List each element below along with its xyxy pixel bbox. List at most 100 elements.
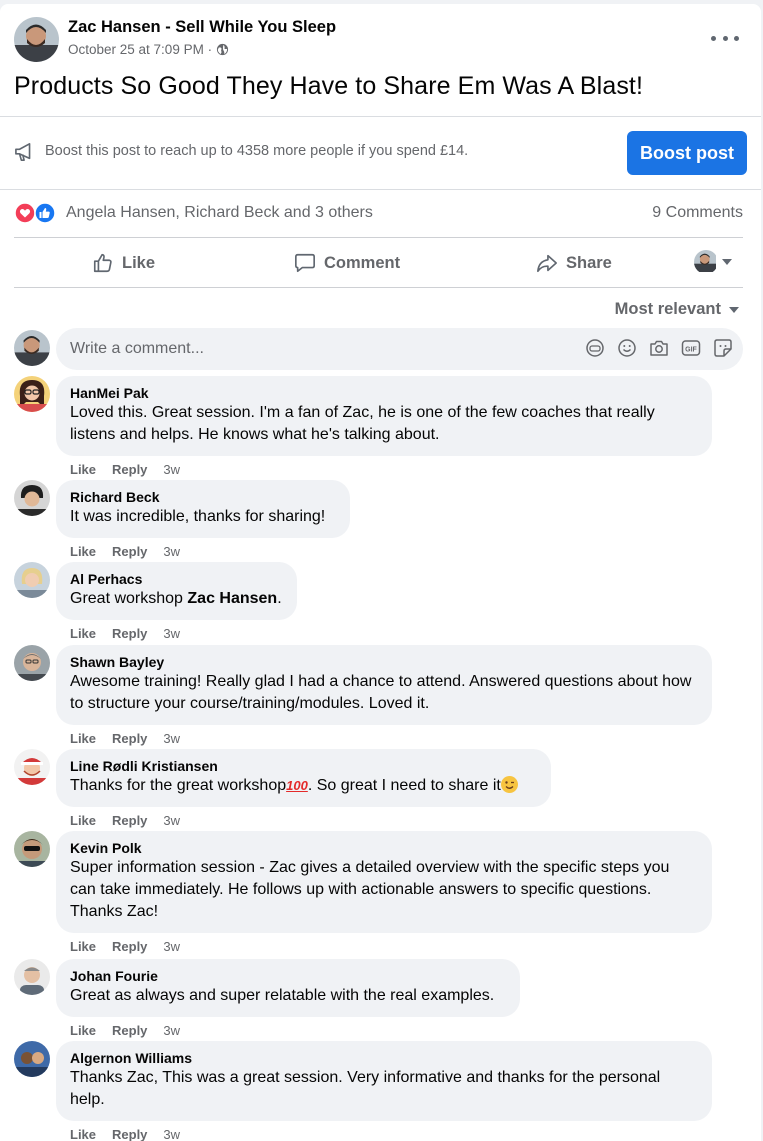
comment-author[interactable]: Line Rødli Kristiansen	[70, 757, 537, 775]
comment-like-button[interactable]: Like	[70, 544, 96, 559]
comment-reply-button[interactable]: Reply	[112, 1023, 147, 1038]
comment-sort-dropdown[interactable]: Most relevant	[615, 300, 739, 319]
comment-bubble: Line Rødli Kristiansen Thanks for the gr…	[56, 749, 551, 807]
comment-bubble: Kevin Polk Super information session - Z…	[56, 831, 712, 933]
comment-reply-button[interactable]: Reply	[112, 731, 147, 746]
comment-text: Loved this. Great session. I'm a fan of …	[70, 404, 655, 443]
comment-input[interactable]	[70, 340, 470, 358]
comment-text-part: .	[277, 590, 282, 607]
commenter-avatar	[694, 250, 718, 274]
comment-actions: Like Reply 3w	[70, 813, 180, 828]
camera-icon[interactable]	[649, 338, 669, 358]
share-arrow-icon	[537, 254, 557, 273]
comment-bubble: Al Perhacs Great workshop Zac Hansen.	[56, 562, 297, 620]
comment-text: It was incredible, thanks for sharing!	[70, 508, 326, 525]
like-button[interactable]: Like	[92, 252, 155, 274]
post-timestamp[interactable]: October 25 at 7:09 PM ·	[68, 42, 212, 57]
commenter-avatar[interactable]	[14, 831, 50, 867]
reactions-summary: Angela Hansen, Richard Beck and 3 others…	[14, 202, 743, 226]
comment-like-button[interactable]: Like	[70, 731, 96, 746]
comment-reply-button[interactable]: Reply	[112, 462, 147, 477]
comment-actions: Like Reply 3w	[70, 1127, 180, 1141]
commenter-avatar[interactable]	[14, 1041, 50, 1077]
comment-age[interactable]: 3w	[163, 813, 180, 828]
comment-text-part: Great workshop	[70, 590, 188, 607]
comment-input-box[interactable]: GIF	[56, 328, 743, 370]
comments-count[interactable]: 9 Comments	[652, 204, 743, 222]
comment-like-button[interactable]: Like	[70, 626, 96, 641]
comment-author[interactable]: Algernon Williams	[70, 1049, 698, 1067]
more-options-button[interactable]	[711, 27, 739, 49]
comment-age[interactable]: 3w	[163, 1127, 180, 1141]
comment-like-button[interactable]: Like	[70, 813, 96, 828]
dot-icon	[734, 35, 739, 41]
comment-text: Thanks Zac, This was a great session. Ve…	[70, 1069, 661, 1108]
gif-icon[interactable]: GIF	[681, 338, 701, 358]
boost-message: Boost this post to reach up to 4358 more…	[45, 143, 469, 159]
post-header: Zac Hansen - Sell While You Sleep Octobe…	[14, 17, 747, 65]
comment-text: Great workshop Zac Hansen.	[70, 588, 283, 610]
comment-like-button[interactable]: Like	[70, 462, 96, 477]
avatar-sticker-icon[interactable]	[585, 338, 605, 358]
comment-text: Thanks for the great workshop100. So gre…	[70, 775, 537, 797]
commenter-avatar[interactable]	[14, 645, 50, 681]
comment-like-button[interactable]: Like	[70, 1127, 96, 1141]
sticker-icon[interactable]	[713, 338, 733, 358]
speech-bubble-icon	[295, 253, 315, 273]
comment-actions: Like Reply 3w	[70, 462, 180, 477]
post-author-name[interactable]: Zac Hansen - Sell While You Sleep	[68, 18, 336, 37]
comment-reply-button[interactable]: Reply	[112, 939, 147, 954]
comment-author[interactable]: Richard Beck	[70, 488, 336, 506]
post-card: Zac Hansen - Sell While You Sleep Octobe…	[0, 4, 761, 1141]
composer-tools: GIF	[585, 338, 733, 358]
comment-reply-button[interactable]: Reply	[112, 813, 147, 828]
comment-text: Awesome training! Really glad I had a ch…	[70, 673, 692, 712]
post-text: Products So Good They Have to Share Em W…	[14, 72, 644, 100]
comment-text: Great as always and super relatable with…	[70, 987, 495, 1004]
commenter-avatar[interactable]	[14, 562, 50, 598]
globe-icon[interactable]	[216, 43, 229, 56]
mention-link[interactable]: Zac Hansen	[187, 590, 277, 607]
comment-actions: Like Reply 3w	[70, 544, 180, 559]
comment-age[interactable]: 3w	[163, 731, 180, 746]
comment-reply-button[interactable]: Reply	[112, 626, 147, 641]
comment-age[interactable]: 3w	[163, 462, 180, 477]
comment-actions: Like Reply 3w	[70, 939, 180, 954]
like-label: Like	[122, 253, 156, 272]
comment-author[interactable]: Kevin Polk	[70, 839, 698, 857]
comment-age[interactable]: 3w	[163, 626, 180, 641]
comment-as-selector[interactable]	[694, 250, 732, 274]
commenter-avatar[interactable]	[14, 480, 50, 516]
commenter-avatar[interactable]	[14, 959, 50, 995]
reaction-icons[interactable]	[14, 202, 58, 224]
comment-label: Comment	[324, 253, 401, 272]
share-button[interactable]: Share	[536, 252, 612, 274]
comment-reply-button[interactable]: Reply	[112, 544, 147, 559]
comment-like-button[interactable]: Like	[70, 1023, 96, 1038]
comment-author[interactable]: Shawn Bayley	[70, 653, 698, 671]
like-icon	[34, 202, 56, 224]
love-icon	[14, 202, 36, 224]
commenter-avatar[interactable]	[14, 376, 50, 412]
comment-author[interactable]: Johan Fourie	[70, 967, 506, 985]
reaction-names[interactable]: Angela Hansen, Richard Beck and 3 others	[66, 204, 373, 222]
composer-avatar	[14, 330, 50, 366]
comment-button[interactable]: Comment	[294, 252, 400, 274]
comment-reply-button[interactable]: Reply	[112, 1127, 147, 1141]
megaphone-icon	[15, 143, 31, 161]
caret-down-icon	[722, 259, 732, 265]
comment-author[interactable]: HanMei Pak	[70, 384, 698, 402]
comment-age[interactable]: 3w	[163, 1023, 180, 1038]
action-bar: Like Comment Share	[14, 237, 743, 288]
comment-age[interactable]: 3w	[163, 939, 180, 954]
emoji-icon[interactable]	[617, 338, 637, 358]
author-avatar[interactable]	[14, 17, 59, 62]
dot-icon	[711, 35, 716, 41]
comment-bubble: Shawn Bayley Awesome training! Really gl…	[56, 645, 712, 725]
commenter-avatar[interactable]	[14, 749, 50, 785]
comment-like-button[interactable]: Like	[70, 939, 96, 954]
comment-age[interactable]: 3w	[163, 544, 180, 559]
caret-down-icon	[729, 306, 739, 313]
comment-author[interactable]: Al Perhacs	[70, 570, 283, 588]
boost-post-button[interactable]: Boost post	[627, 131, 747, 175]
